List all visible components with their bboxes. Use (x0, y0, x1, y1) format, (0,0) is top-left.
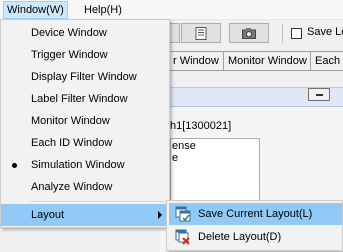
layout-submenu: Save Current Layout(L) Delete Layout(D) (166, 200, 343, 251)
menu-item-label: Analyze Window (31, 181, 113, 193)
menu-item-label: Each ID Window (31, 137, 113, 149)
radio-bullet-icon (12, 163, 17, 168)
menu-item-label: Trigger Window (31, 49, 108, 61)
menu-item-simulation-window[interactable]: Simulation Window (1, 154, 169, 176)
delete-layout-icon (175, 229, 190, 245)
window-tabs: r Window Monitor Window Each I (160, 51, 343, 70)
toolbar-button-document[interactable] (181, 23, 221, 43)
menu-item-display-filter-window[interactable]: Display Filter Window (1, 66, 169, 88)
save-layout-checkbox[interactable] (291, 28, 302, 39)
tab-label: Monitor Window (228, 55, 307, 67)
tab-label: Each I (315, 55, 343, 67)
menu-item-analyze-window[interactable]: Analyze Window (1, 176, 169, 198)
tab-label: r Window (173, 55, 219, 67)
tab-trigger-window[interactable]: r Window (168, 51, 224, 70)
save-layout-label: Save Lo (307, 26, 343, 38)
menu-item-label: Delete Layout(D) (198, 231, 282, 243)
menu-item-delete-layout[interactable]: Delete Layout(D) (169, 226, 342, 248)
menu-item-label: Save Current Layout(L) (198, 208, 313, 220)
menu-help-label: Help(H) (84, 4, 122, 16)
toolbar-button-camera[interactable] (229, 23, 269, 43)
list-line-2: e (172, 152, 179, 164)
menu-item-label-filter-window[interactable]: Label Filter Window (1, 88, 169, 110)
list-line-1: ense (172, 140, 196, 152)
menu-window[interactable]: Window(W) (3, 1, 68, 19)
menu-item-label: Display Filter Window (31, 71, 137, 83)
menu-item-label: Device Window (31, 27, 107, 39)
menu-separator (29, 201, 167, 202)
menu-item-each-id-window[interactable]: Each ID Window (1, 132, 169, 154)
submenu-arrow-icon (158, 211, 162, 219)
menu-item-label: Layout (31, 209, 65, 221)
menu-item-label: Simulation Window (31, 159, 125, 171)
toolbar-divider (282, 24, 283, 43)
channel-label: h1[1300021] (170, 120, 232, 132)
menu-help[interactable]: Help(H) (81, 2, 125, 18)
menu-item-label: Label Filter Window (31, 93, 128, 105)
menu-item-trigger-window[interactable]: Trigger Window (1, 44, 169, 66)
camera-icon (242, 28, 256, 39)
menu-item-monitor-window[interactable]: Monitor Window (1, 110, 169, 132)
save-layout-icon (175, 206, 191, 222)
minimize-button[interactable] (308, 88, 330, 101)
menu-item-layout[interactable]: Layout (1, 204, 169, 226)
tab-each-id-window[interactable]: Each I (310, 51, 343, 70)
window-menu-dropdown: Device Window Trigger Window Display Fil… (0, 19, 170, 228)
menubar: Window(W) Help(H) (0, 0, 343, 20)
menu-window-label: Window(W) (7, 4, 64, 16)
tab-monitor-window[interactable]: Monitor Window (223, 51, 312, 70)
menu-item-device-window[interactable]: Device Window (1, 22, 169, 44)
document-icon (195, 27, 207, 40)
menu-item-save-current-layout[interactable]: Save Current Layout(L) (169, 203, 342, 225)
menu-item-label: Monitor Window (31, 115, 110, 127)
